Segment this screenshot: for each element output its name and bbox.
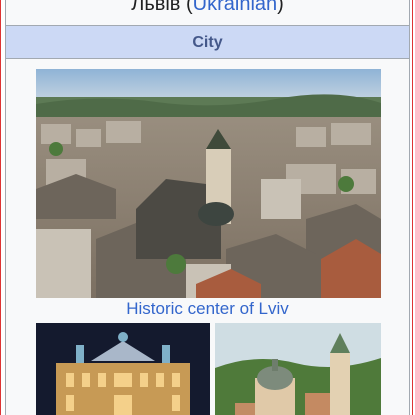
opera-theatre-image: [36, 323, 210, 415]
infobox: Львів (Ukrainian) City Historic center o…: [5, 0, 410, 415]
native-name-text: Львів: [131, 0, 181, 15]
opera-theatre-night-photo[interactable]: [36, 323, 210, 415]
historic-center-image: [36, 69, 381, 298]
lang-open: (: [180, 0, 193, 15]
church-hill-image: [215, 323, 381, 415]
caption-link[interactable]: Historic center of Lviv: [126, 299, 289, 318]
main-image-caption[interactable]: Historic center of Lviv: [6, 298, 409, 320]
page-frame: Львів (Ukrainian) City Historic center o…: [0, 0, 413, 415]
native-name: Львів (Ukrainian): [6, 0, 409, 22]
language-link[interactable]: Ukrainian: [193, 0, 277, 15]
infobox-section-header: City: [6, 25, 409, 59]
historic-center-photo[interactable]: [36, 69, 381, 298]
church-hill-photo[interactable]: [215, 323, 381, 415]
lang-close: ): [277, 0, 284, 15]
section-title: City: [192, 34, 223, 51]
